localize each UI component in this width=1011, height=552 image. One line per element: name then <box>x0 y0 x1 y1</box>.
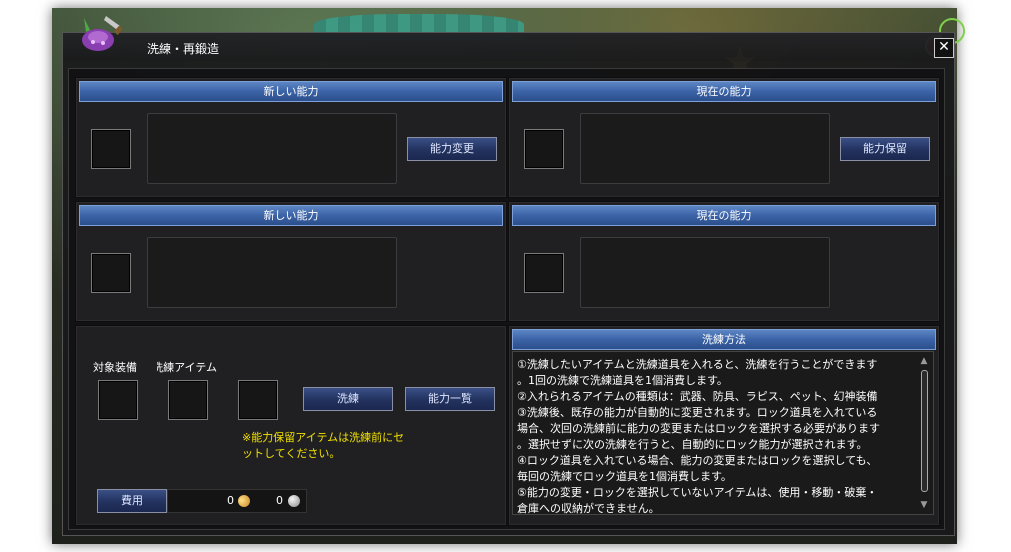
new-ability-slot-2[interactable] <box>91 253 131 293</box>
instruction-line: ④ロック道具を入れている場合、能力の変更またはロックを選択しても、 <box>517 454 878 467</box>
instructions-scrollbar[interactable]: ▲ ▼ <box>918 356 930 510</box>
current-ability-slot-1[interactable] <box>524 129 564 169</box>
keep-ability-button[interactable]: 能力保留 <box>840 137 930 161</box>
current-ability-header: 現在の能力 <box>512 205 936 226</box>
instruction-line: 場合、次回の洗練前に能力の変更またはロックを選択する必要があります <box>517 422 880 435</box>
dialog-title-bar[interactable]: 洗練・再鍛造 ✕ <box>63 33 954 61</box>
scroll-down-icon[interactable]: ▼ <box>918 500 930 510</box>
gold-coin-icon <box>235 492 253 510</box>
instruction-line: 。1回の洗練で洗練道具を1個消費します。 <box>517 374 728 387</box>
instruction-line: 。選択せずに次の洗練を行うと、自動的にロック能力が選択されます。 <box>517 438 868 451</box>
ability-list-button[interactable]: 能力一覧 <box>405 387 495 411</box>
refine-item-slot[interactable] <box>168 380 208 420</box>
refine-item-label: 洗練アイテム <box>157 361 217 374</box>
instruction-line: 倉庫への収納ができません。 <box>517 502 660 515</box>
change-ability-button[interactable]: 能力変更 <box>407 137 497 161</box>
keep-item-notice: ※能力保留アイテムは洗練前にセ ットしてください。 <box>242 430 442 462</box>
new-ability-slot-1[interactable] <box>91 129 131 169</box>
instructions-text: ①洗練したいアイテムと洗練道具を入れると、洗練を行うことができます 。1回の洗練… <box>517 357 915 515</box>
instruction-line: ③洗練後、既存の能力が自動的に変更されます。ロック道具を入れている <box>517 406 878 419</box>
instructions-header: 洗練方法 <box>512 329 936 350</box>
instruction-line: ⑤能力の変更・ロックを選択していないアイテムは、使用・移動・破棄・ <box>517 486 878 499</box>
new-ability-header: 新しい能力 <box>79 81 503 102</box>
dialog-title: 洗練・再鍛造 <box>147 42 220 56</box>
current-ability-slot-2[interactable] <box>524 253 564 293</box>
keep-item-notice-line-1: ※能力保留アイテムは洗練前にセ <box>242 431 405 444</box>
refine-button[interactable]: 洗練 <box>303 387 393 411</box>
new-ability-header: 新しい能力 <box>79 205 503 226</box>
target-equipment-label: 対象装備 <box>93 361 137 374</box>
clock-text: PM <box>985 22 1002 35</box>
refine-logo-icon <box>82 16 123 51</box>
keep-item-notice-line-2: ットしてください。 <box>242 447 341 460</box>
instruction-line: 毎回の洗練でロック道具を1個消費します。 <box>517 470 732 483</box>
close-button[interactable]: ✕ <box>934 38 954 58</box>
instructions-text-box: ①洗練したいアイテムと洗練道具を入れると、洗練を行うことができます 。1回の洗練… <box>512 351 934 515</box>
target-equipment-slot[interactable] <box>98 380 138 420</box>
new-ability-text-1 <box>147 113 397 184</box>
current-ability-header: 現在の能力 <box>512 81 936 102</box>
new-ability-text-2 <box>147 237 397 308</box>
scroll-up-icon[interactable]: ▲ <box>918 356 930 366</box>
cost-gold-value: 0 <box>227 494 234 507</box>
instruction-line: ①洗練したいアイテムと洗練道具を入れると、洗練を行うことができます <box>517 358 878 371</box>
instruction-line: ②入れられるアイテムの種類は：武器、防具、ラピス、ペット、幻神装備 <box>517 390 878 403</box>
silver-coin-icon <box>288 495 300 507</box>
cost-label: 費用 <box>97 489 167 513</box>
current-ability-text-1 <box>580 113 830 184</box>
cost-display: 0 0 <box>167 489 307 513</box>
scroll-thumb[interactable] <box>921 370 928 492</box>
keep-item-slot[interactable] <box>238 380 278 420</box>
cost-silver-value: 0 <box>276 494 283 507</box>
current-ability-text-2 <box>580 237 830 308</box>
